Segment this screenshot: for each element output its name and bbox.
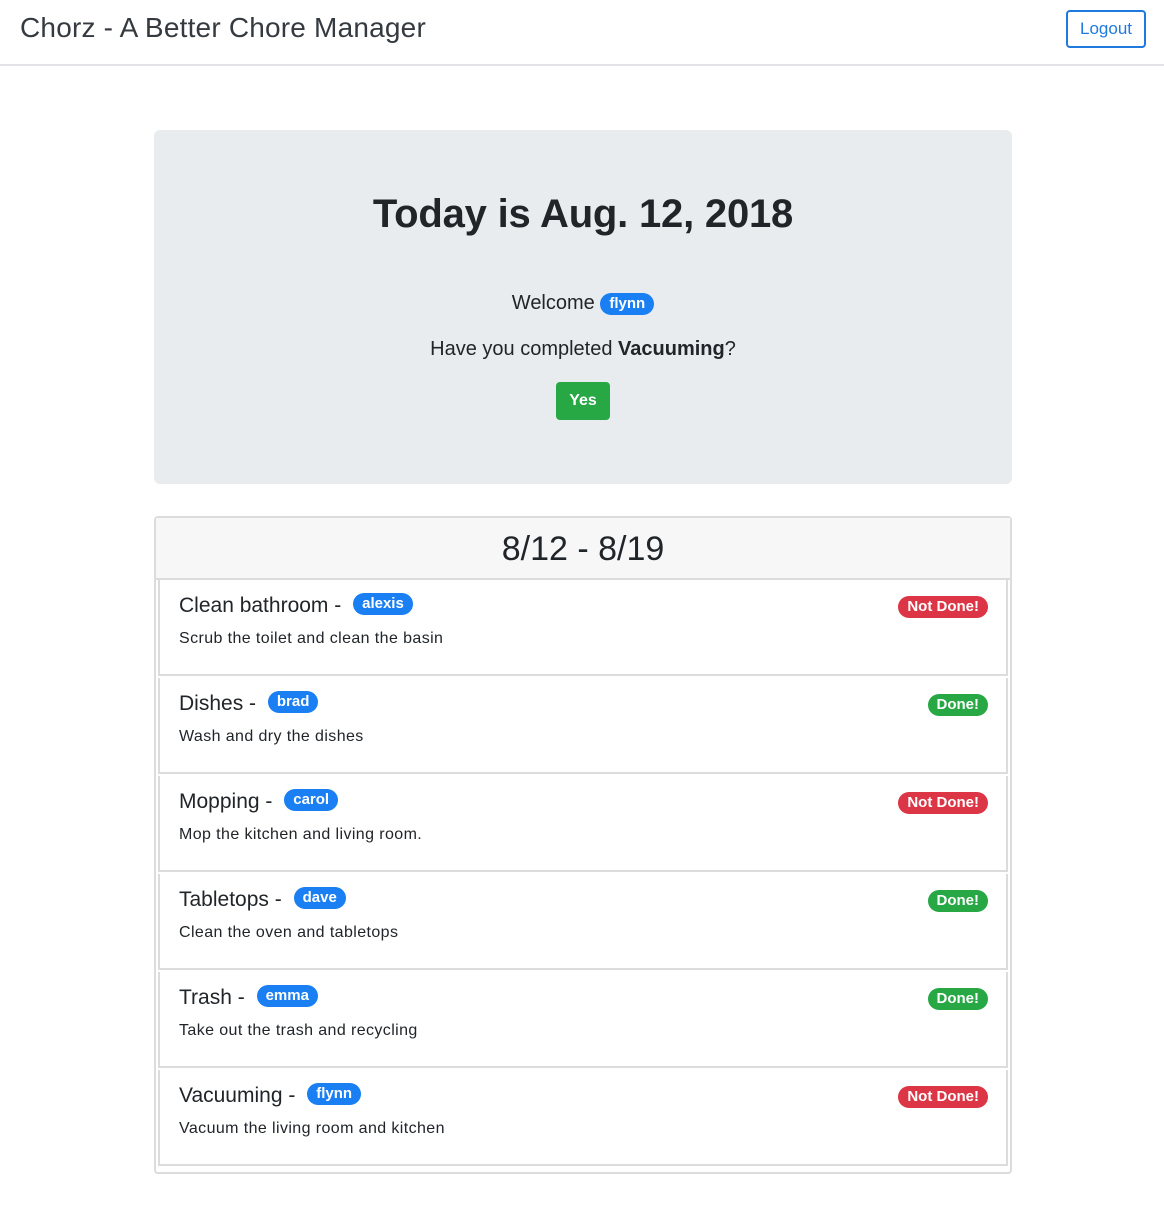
chore-description: Vacuum the living room and kitchen	[179, 1120, 445, 1137]
chore-name: Mopping	[179, 790, 260, 813]
status-badge: Not Done!	[898, 1086, 988, 1108]
question-prefix: Have you completed	[430, 338, 613, 360]
chore-title: Mopping - carol	[179, 789, 339, 814]
chore-description: Scrub the toilet and clean the basin	[179, 630, 444, 647]
chore-separator: -	[237, 986, 245, 1009]
chore-item: Dishes - brad Wash and dry the dishes Do…	[158, 678, 1008, 774]
chore-item: Vacuuming - flynn Vacuum the living room…	[158, 1070, 1008, 1166]
chore-name: Dishes	[179, 692, 244, 715]
chore-description: Take out the trash and recycling	[179, 1022, 418, 1039]
assignee-badge: carol	[284, 789, 339, 812]
assignee-badge: dave	[293, 887, 346, 910]
chore-separator: -	[334, 594, 342, 617]
chore-item: Clean bathroom - alexis Scrub the toilet…	[158, 580, 1008, 676]
assignee-badge: flynn	[307, 1083, 362, 1106]
status-badge: Not Done!	[898, 792, 988, 814]
chore-item: Mopping - carol Mop the kitchen and livi…	[158, 776, 1008, 872]
welcome-label: Welcome	[511, 292, 595, 314]
chore-name: Trash	[179, 986, 232, 1009]
chore-separator: -	[265, 790, 273, 813]
chore-item: Trash - emma Take out the trash and recy…	[158, 972, 1008, 1068]
assignee-badge: alexis	[353, 593, 413, 616]
today-jumbotron: Today is Aug. 12, 2018 Welcome flynn Hav…	[154, 130, 1012, 484]
current-user-badge: flynn	[600, 292, 655, 315]
status-badge: Done!	[927, 890, 988, 912]
chore-description: Clean the oven and tabletops	[179, 924, 399, 941]
app-brand[interactable]: Chorz - A Better Chore Manager	[20, 12, 426, 44]
chore-separator: -	[288, 1084, 296, 1107]
status-badge: Not Done!	[898, 596, 988, 618]
status-badge: Done!	[927, 988, 988, 1010]
chore-title: Vacuuming - flynn	[179, 1083, 362, 1108]
chore-name: Clean bathroom	[179, 594, 329, 617]
top-navbar: Chorz - A Better Chore Manager Logout	[0, 0, 1164, 66]
completion-question: Have you completed Vacuuming?	[154, 338, 1012, 361]
today-heading: Today is Aug. 12, 2018	[372, 192, 794, 236]
chore-title: Clean bathroom - alexis	[179, 593, 413, 618]
chore-name: Vacuuming	[179, 1084, 283, 1107]
chore-title: Tabletops - dave	[179, 887, 346, 912]
yes-button[interactable]: Yes	[556, 382, 610, 420]
logout-button[interactable]: Logout	[1066, 10, 1146, 48]
assignee-badge: emma	[256, 985, 318, 1008]
assignee-badge: brad	[267, 691, 319, 714]
welcome-message: Welcome flynn	[154, 292, 1012, 315]
weekly-chores-card: 8/12 - 8/19 Clean bathroom - alexis Scru…	[154, 516, 1012, 1174]
chore-title: Dishes - brad	[179, 691, 319, 716]
chore-title: Trash - emma	[179, 985, 318, 1010]
chore-separator: -	[249, 692, 257, 715]
question-suffix: ?	[724, 338, 736, 360]
chore-separator: -	[274, 888, 282, 911]
status-badge: Done!	[927, 694, 988, 716]
chore-name: Tabletops	[179, 888, 269, 911]
week-range-header: 8/12 - 8/19	[156, 518, 1010, 580]
chore-description: Wash and dry the dishes	[179, 728, 364, 745]
question-chore-name: Vacuuming	[618, 338, 725, 360]
chore-description: Mop the kitchen and living room.	[179, 826, 423, 843]
chore-item: Tabletops - dave Clean the oven and tabl…	[158, 874, 1008, 970]
